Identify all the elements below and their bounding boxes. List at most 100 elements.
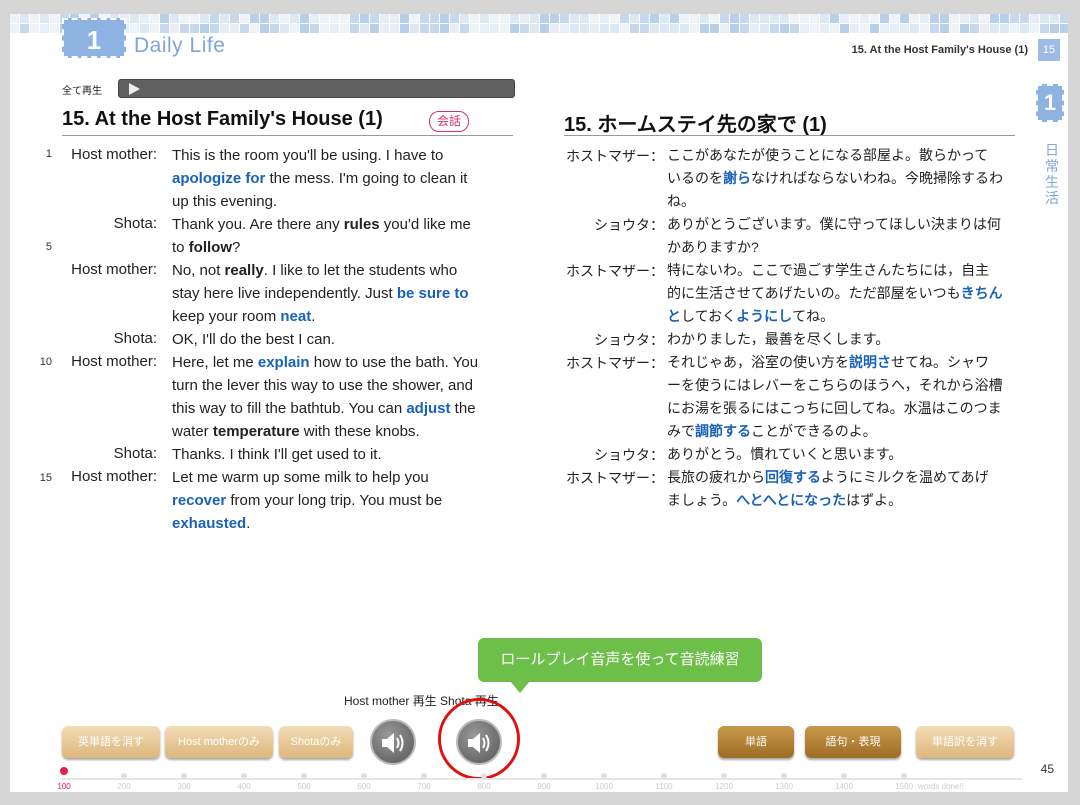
mosaic-tile <box>1040 24 1049 33</box>
mosaic-tile <box>490 14 499 23</box>
english-title-rule <box>62 135 513 136</box>
speaker-label: Host mother: <box>71 468 157 485</box>
mosaic-tile <box>350 14 359 23</box>
mosaic-tile <box>180 24 189 33</box>
speaker-label: ホストマザー： <box>566 355 664 371</box>
mosaic-tile <box>860 14 869 23</box>
dialogue-line: 長旅の疲れから回復するようにミルクを温めてあげ ましょう。へとへとになったはずよ。 <box>667 469 989 508</box>
progress-tick <box>421 773 427 779</box>
mosaic-tile <box>150 24 159 33</box>
host-mother-play-button[interactable] <box>370 719 416 765</box>
progress-tick <box>241 773 247 779</box>
mosaic-tile <box>230 14 239 23</box>
hide-english-button[interactable]: 英単語を消す <box>62 726 160 758</box>
mosaic-tile <box>810 14 819 23</box>
dialogue-line: ここがあなたが使うことになる部屋よ。散らかって いるのを謝らなければならないわね。… <box>667 147 1003 209</box>
mosaic-tile <box>690 14 699 23</box>
section-number-tab: 15 <box>1038 39 1060 61</box>
mosaic-tile <box>770 24 779 33</box>
dialogue-line: Thanks. I think I'll get used to it. <box>172 446 382 463</box>
phrases-button[interactable]: 語句・表現 <box>805 726 901 758</box>
mosaic-tile <box>250 24 259 33</box>
mosaic-tile <box>1000 24 1009 33</box>
mosaic-tile <box>920 24 929 33</box>
mosaic-tile <box>550 14 559 23</box>
mosaic-tile <box>730 24 739 33</box>
hide-translation-button[interactable]: 単語訳を消す <box>916 726 1014 758</box>
mosaic-tile <box>190 14 199 23</box>
mosaic-tile <box>480 24 489 33</box>
mosaic-tile <box>480 14 489 23</box>
mosaic-tile <box>290 24 299 33</box>
mosaic-tile <box>390 24 399 33</box>
progress-tick <box>841 773 847 779</box>
shota-only-button[interactable]: Shotaのみ <box>279 726 353 758</box>
page-number: 45 <box>1040 762 1054 776</box>
mosaic-tile <box>260 14 269 23</box>
running-header: 15. At the Host Family's House (1) <box>851 44 1028 56</box>
dialogue-line: This is the room you'll be using. I have… <box>172 147 468 210</box>
dialogue-line: わかりました，最善を尽くします。 <box>667 331 890 347</box>
mosaic-tile <box>320 24 329 33</box>
progress-tick <box>481 773 487 779</box>
mosaic-tile <box>340 24 349 33</box>
mosaic-tile <box>420 24 429 33</box>
mosaic-tile <box>540 24 549 33</box>
mosaic-tile <box>960 14 969 23</box>
mosaic-tile <box>470 14 479 23</box>
mosaic-tile <box>450 24 459 33</box>
progress-tick-label: 400 <box>237 782 251 791</box>
mosaic-tile <box>10 14 19 23</box>
mosaic-tile <box>380 14 389 23</box>
dialogue-line: Let me warm up some milk to help you reco… <box>172 469 443 532</box>
mosaic-tile <box>650 24 659 33</box>
progress-tick-label: 300 <box>177 782 191 791</box>
line-number: 1 <box>45 148 52 160</box>
speaker-label: Shota: <box>113 445 157 462</box>
mosaic-tile <box>560 14 569 23</box>
tooltip-tail <box>510 681 530 693</box>
dialogue-line: OK, I'll do the best I can. <box>172 331 335 348</box>
mosaic-tile <box>710 14 719 23</box>
host-mother-only-button[interactable]: Host motherのみ <box>165 726 273 758</box>
mosaic-tile <box>1020 24 1029 33</box>
mosaic-tile <box>780 14 789 23</box>
header-mosaic <box>10 14 1068 33</box>
mosaic-tile <box>410 24 419 33</box>
mosaic-tile <box>970 24 979 33</box>
mosaic-tile <box>680 14 689 23</box>
mosaic-tile <box>640 14 649 23</box>
mosaic-tile <box>420 14 429 23</box>
progress-marker <box>60 767 68 775</box>
side-chapter-tab[interactable]: 1 <box>1036 84 1064 122</box>
english-title: 15. At the Host Family's House (1) <box>62 108 383 130</box>
mosaic-tile <box>690 24 699 33</box>
mosaic-tile <box>270 24 279 33</box>
speaker-label: Shota: <box>113 330 157 347</box>
mosaic-tile <box>800 24 809 33</box>
mosaic-tile <box>950 14 959 23</box>
play-all-button[interactable] <box>118 79 515 98</box>
speaker-label: Shota: <box>113 215 157 232</box>
dialogue-line: Thank you. Are there any rules you'd lik… <box>172 216 471 256</box>
mosaic-tile <box>210 24 219 33</box>
mosaic-tile <box>160 24 169 33</box>
mosaic-tile <box>990 24 999 33</box>
vocabulary-button[interactable]: 単語 <box>718 726 794 758</box>
mosaic-tile <box>200 24 209 33</box>
speaker-label: ホストマザー： <box>566 148 664 164</box>
speaker-label: ホストマザー： <box>566 263 664 279</box>
mosaic-tile <box>180 14 189 23</box>
mosaic-tile <box>580 14 589 23</box>
mosaic-tile <box>940 24 949 33</box>
mosaic-tile <box>580 24 589 33</box>
mosaic-tile <box>830 24 839 33</box>
dialogue-line: ありがとう。慣れていくと思います。 <box>667 446 903 462</box>
mosaic-tile <box>650 14 659 23</box>
mosaic-tile <box>900 14 909 23</box>
textbook-page: 1 Daily Life 15. At the Host Family's Ho… <box>10 14 1068 792</box>
mosaic-tile <box>610 24 619 33</box>
roleplay-tooltip: ロールプレイ音声を使って音読練習 <box>478 638 762 682</box>
mosaic-tile <box>490 24 499 33</box>
mosaic-tile <box>670 24 679 33</box>
